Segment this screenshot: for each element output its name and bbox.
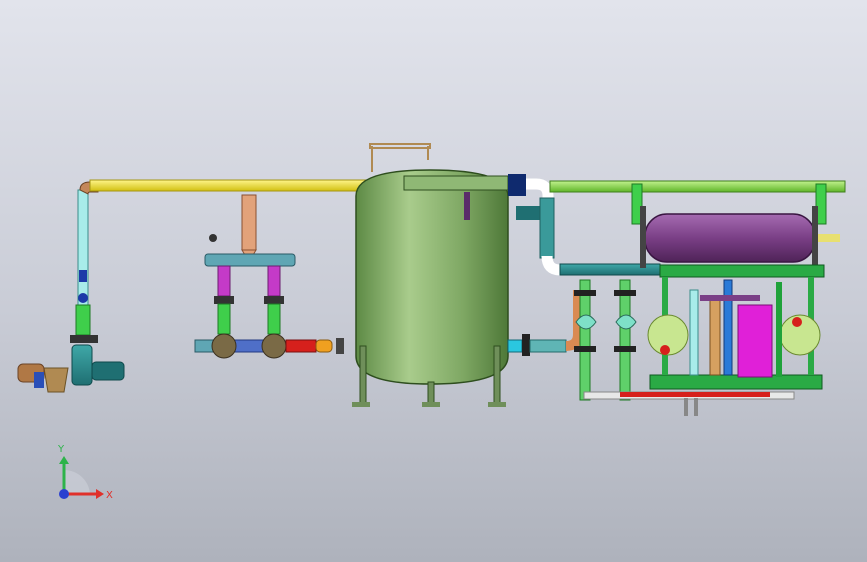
branch-flange-2 [264, 296, 284, 304]
lower-header-red [285, 339, 317, 353]
outlet-elbow-copper [565, 290, 583, 351]
side-outlet [516, 206, 540, 220]
lower-header-orange [315, 339, 333, 353]
valve-manifold-center[interactable] [194, 194, 344, 359]
supply-header-yellow[interactable] [89, 179, 376, 192]
triad-y-label: Y [57, 444, 65, 455]
outlet-flange [522, 334, 530, 356]
triad-x-label: X [106, 490, 113, 501]
pump-flange [70, 335, 98, 343]
heat-exchanger-skid[interactable] [640, 206, 840, 390]
pump-motor [91, 361, 125, 381]
drop-pipe-1 [579, 279, 591, 401]
pump-volute [71, 344, 93, 386]
return-header-green[interactable] [549, 180, 846, 193]
manifold-inlet-copper [241, 194, 257, 251]
vessel-leg-1 [359, 345, 367, 407]
drop-pipe-2 [619, 279, 631, 401]
orientation-triad: Y X [57, 444, 113, 501]
vessel-top-pipe [403, 175, 509, 191]
tank-inlet-flange [336, 338, 344, 354]
z-axis-dot [59, 489, 69, 499]
gate-valve-1 [211, 333, 237, 359]
vertical-teal-pipe [539, 197, 555, 259]
outlet-pipe [529, 339, 567, 353]
magenta-tank [737, 304, 773, 378]
expansion-vessel[interactable] [352, 143, 509, 407]
branch-flange-1 [214, 296, 234, 304]
pump-riser-green [75, 304, 91, 336]
top-outlet-flange [508, 174, 526, 196]
vessel-shell [355, 169, 509, 385]
strainer-2 [615, 314, 637, 330]
branch-valve-2 [267, 265, 281, 297]
vessel-tag [464, 192, 470, 220]
branch-valve-1 [217, 265, 231, 297]
gate-valve-2 [261, 333, 287, 359]
skid-base [649, 374, 823, 390]
manifold-header [204, 253, 296, 267]
cad-viewport[interactable]: Y X [0, 0, 867, 562]
skid-top-rail [659, 264, 825, 278]
pressure-gauge-icon [209, 234, 217, 242]
hx-nozzle [818, 234, 840, 242]
y-strainer [43, 367, 69, 393]
pipework-assembly-drawing: Y X [17, 143, 846, 501]
check-valve [79, 270, 87, 282]
shell-tube-heat-exchanger [644, 213, 816, 263]
branch-pipe-2 [267, 303, 281, 335]
pump-station-left[interactable] [17, 181, 125, 393]
vessel-outlet [507, 339, 523, 353]
suction-valve [34, 372, 44, 388]
gauge-valve [78, 293, 88, 303]
branch-pipe-1 [217, 303, 231, 335]
lower-header-blue [234, 339, 266, 353]
lifting-lug [369, 143, 431, 149]
vessel-leg-3 [493, 345, 501, 407]
